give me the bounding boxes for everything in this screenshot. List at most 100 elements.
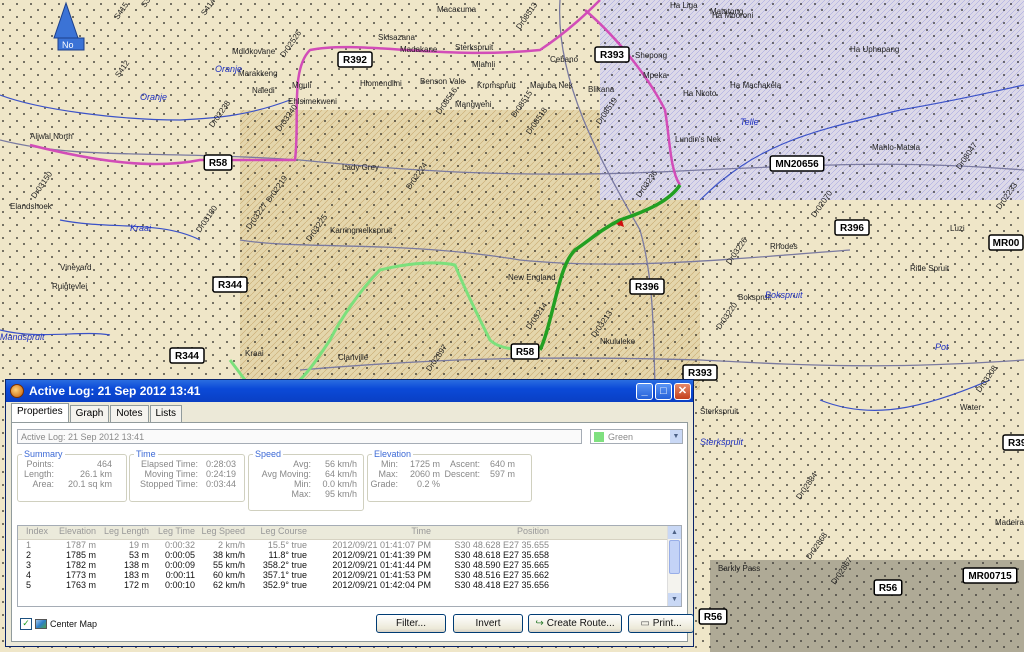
window-titlebar[interactable]: Active Log: 21 Sep 2012 13:41 _ □ ✕ [6, 380, 693, 402]
stat-row: Avg Moving: 64 km/h [249, 469, 363, 479]
stat-value: 56 km/h [324, 459, 357, 469]
invert-button[interactable]: Invert [453, 614, 523, 633]
table-row[interactable]: 4 1773 m 183 m 0:00:11 60 km/h 357.1° true 201… [18, 570, 681, 580]
stat-value: 1725 m [409, 459, 440, 469]
tab-lists[interactable]: Lists [149, 405, 183, 423]
place-label: Matatong [710, 7, 743, 16]
road-shield: R58 [209, 158, 228, 169]
stat-label: Grade: [370, 479, 398, 489]
column-header[interactable]: Leg Course [249, 526, 311, 539]
table-cell: 1785 m [65, 550, 96, 560]
table-cell: 183 m [123, 570, 149, 580]
stat-label: Moving Time: [144, 469, 198, 479]
speed-group: Speed Avg: 56 km/h Avg Moving: 64 km/h Min: 0… [248, 449, 364, 511]
track-points-table[interactable]: Index Elevation Leg Length Leg Time Leg Spee… [17, 525, 682, 607]
column-header[interactable]: Leg Length [100, 526, 153, 539]
checkbox-check-icon[interactable]: ✓ [20, 618, 32, 630]
place-label: Ha Nkoto [683, 89, 717, 98]
create-route-button[interactable]: ↪ Create Route... [528, 614, 622, 633]
color-select-value: Green [608, 431, 634, 442]
column-header[interactable]: Leg Speed [199, 526, 249, 539]
table-cell: 3 [26, 560, 32, 570]
stat-row: Max: 2060 m Descent: 597 m [368, 469, 531, 479]
place-label: Cebano [550, 55, 579, 64]
tab-strip: Properties Graph Notes Lists [11, 403, 183, 423]
place-label: Elandshoek [10, 202, 53, 211]
table-cell: 15.5° true [267, 540, 307, 550]
stat-row: Max: 95 km/h [249, 489, 363, 499]
active-log-window[interactable]: Active Log: 21 Sep 2012 13:41 _ □ ✕ Prop… [5, 379, 694, 647]
road-shield: R58 [516, 347, 535, 358]
stat-value: 0.0 km/h [322, 479, 357, 489]
table-cell: 55 km/h [212, 560, 245, 570]
table-row[interactable]: 5 1763 m 172 m 0:00:10 62 km/h 352.9° true 201… [18, 580, 681, 590]
tab-graph[interactable]: Graph [69, 405, 110, 423]
column-header[interactable]: Elevation [54, 526, 100, 539]
tab-notes[interactable]: Notes [110, 405, 149, 423]
road-shield: R393 [688, 368, 712, 379]
place-label: Madeira [995, 518, 1024, 527]
stat-label: Length: [23, 469, 54, 479]
stat-value: 95 km/h [324, 489, 357, 499]
center-map-label: Center Map [50, 619, 98, 629]
stat-label: Ascent: [449, 459, 480, 469]
stat-value: 0:03:44 [205, 479, 236, 489]
road-shield: R393 [600, 50, 624, 61]
table-cell: 172 m [123, 580, 149, 590]
column-header[interactable]: Leg Time [153, 526, 199, 539]
table-row[interactable]: 3 1782 m 138 m 0:00:09 55 km/h 358.2° true 201… [18, 560, 681, 570]
log-name-input[interactable]: Active Log: 21 Sep 2012 13:41 [17, 429, 582, 444]
scroll-up-icon[interactable]: ▲ [668, 526, 681, 539]
stat-label: Min: [293, 479, 311, 489]
table-row[interactable]: 1 1787 m 19 m 0:00:32 2 km/h 15.5° true 2012/0… [18, 540, 681, 550]
stat-value: 64 km/h [324, 469, 357, 479]
elevation-group: Elevation Min: 1725 m Ascent: 640 m Max: 2060… [367, 449, 532, 502]
tab-properties[interactable]: Properties [11, 403, 69, 423]
table-cell: 2 km/h [217, 540, 245, 550]
table-cell: 2012/09/21 01:41:53 PM [332, 570, 431, 580]
print-button-label: Print... [652, 618, 682, 629]
river-label: Mandspruit [0, 332, 45, 342]
filter-button[interactable]: Filter... [376, 614, 446, 633]
place-label: Shopong [635, 51, 667, 60]
stat-label: Points: [26, 459, 54, 469]
stat-value: 20.1 sq km [67, 479, 112, 489]
window-title: Active Log: 21 Sep 2012 13:41 [29, 384, 201, 398]
chevron-down-icon[interactable]: ▼ [670, 430, 682, 443]
table-cell: 2012/09/21 01:42:04 PM [332, 580, 431, 590]
column-header[interactable]: Index [18, 526, 54, 539]
column-header[interactable]: Time [311, 526, 435, 539]
route-icon: ↪ [535, 618, 544, 629]
place-label: Mdlokovane [232, 47, 276, 56]
table-cell: 5 [26, 580, 32, 590]
road-shield: R393 [1008, 438, 1024, 449]
road-shield: R392 [343, 55, 367, 66]
scroll-thumb[interactable] [669, 540, 680, 574]
vertical-scrollbar[interactable]: ▲ ▼ [667, 526, 681, 606]
color-select[interactable]: Green ▼ [590, 429, 683, 444]
create-route-button-label: Create Route... [546, 618, 615, 629]
stat-label: Avg: [293, 459, 311, 469]
print-button[interactable]: ▭ Print... [628, 614, 694, 633]
table-cell: 60 km/h [212, 570, 245, 580]
column-header[interactable]: Position [435, 526, 553, 539]
north-label: No [62, 40, 74, 50]
river-label: Sterkspruit [700, 437, 744, 447]
table-cell: 2012/09/21 01:41:39 PM [332, 550, 431, 560]
stat-label [440, 479, 480, 489]
road-shield: MR00715 [968, 571, 1012, 582]
place-label: Sterkspruit [455, 43, 494, 52]
river-label: Bokspruit [765, 290, 803, 300]
road-shield: R56 [704, 612, 723, 623]
scroll-down-icon[interactable]: ▼ [668, 593, 681, 606]
road-shield: R344 [175, 351, 199, 362]
center-map-checkbox[interactable]: ✓ Center Map [20, 618, 97, 630]
close-button[interactable]: ✕ [674, 382, 691, 400]
river-label: Kraai [130, 223, 152, 233]
minimize-button[interactable]: _ [636, 382, 653, 400]
stat-row: Min: 1725 m Ascent: 640 m [368, 459, 531, 469]
table-row[interactable]: 2 1785 m 53 m 0:00:05 38 km/h 11.8° true 2012/… [18, 550, 681, 560]
maximize-button[interactable]: □ [655, 382, 672, 400]
stat-value: 26.1 km [79, 469, 112, 479]
table-cell: 62 km/h [212, 580, 245, 590]
